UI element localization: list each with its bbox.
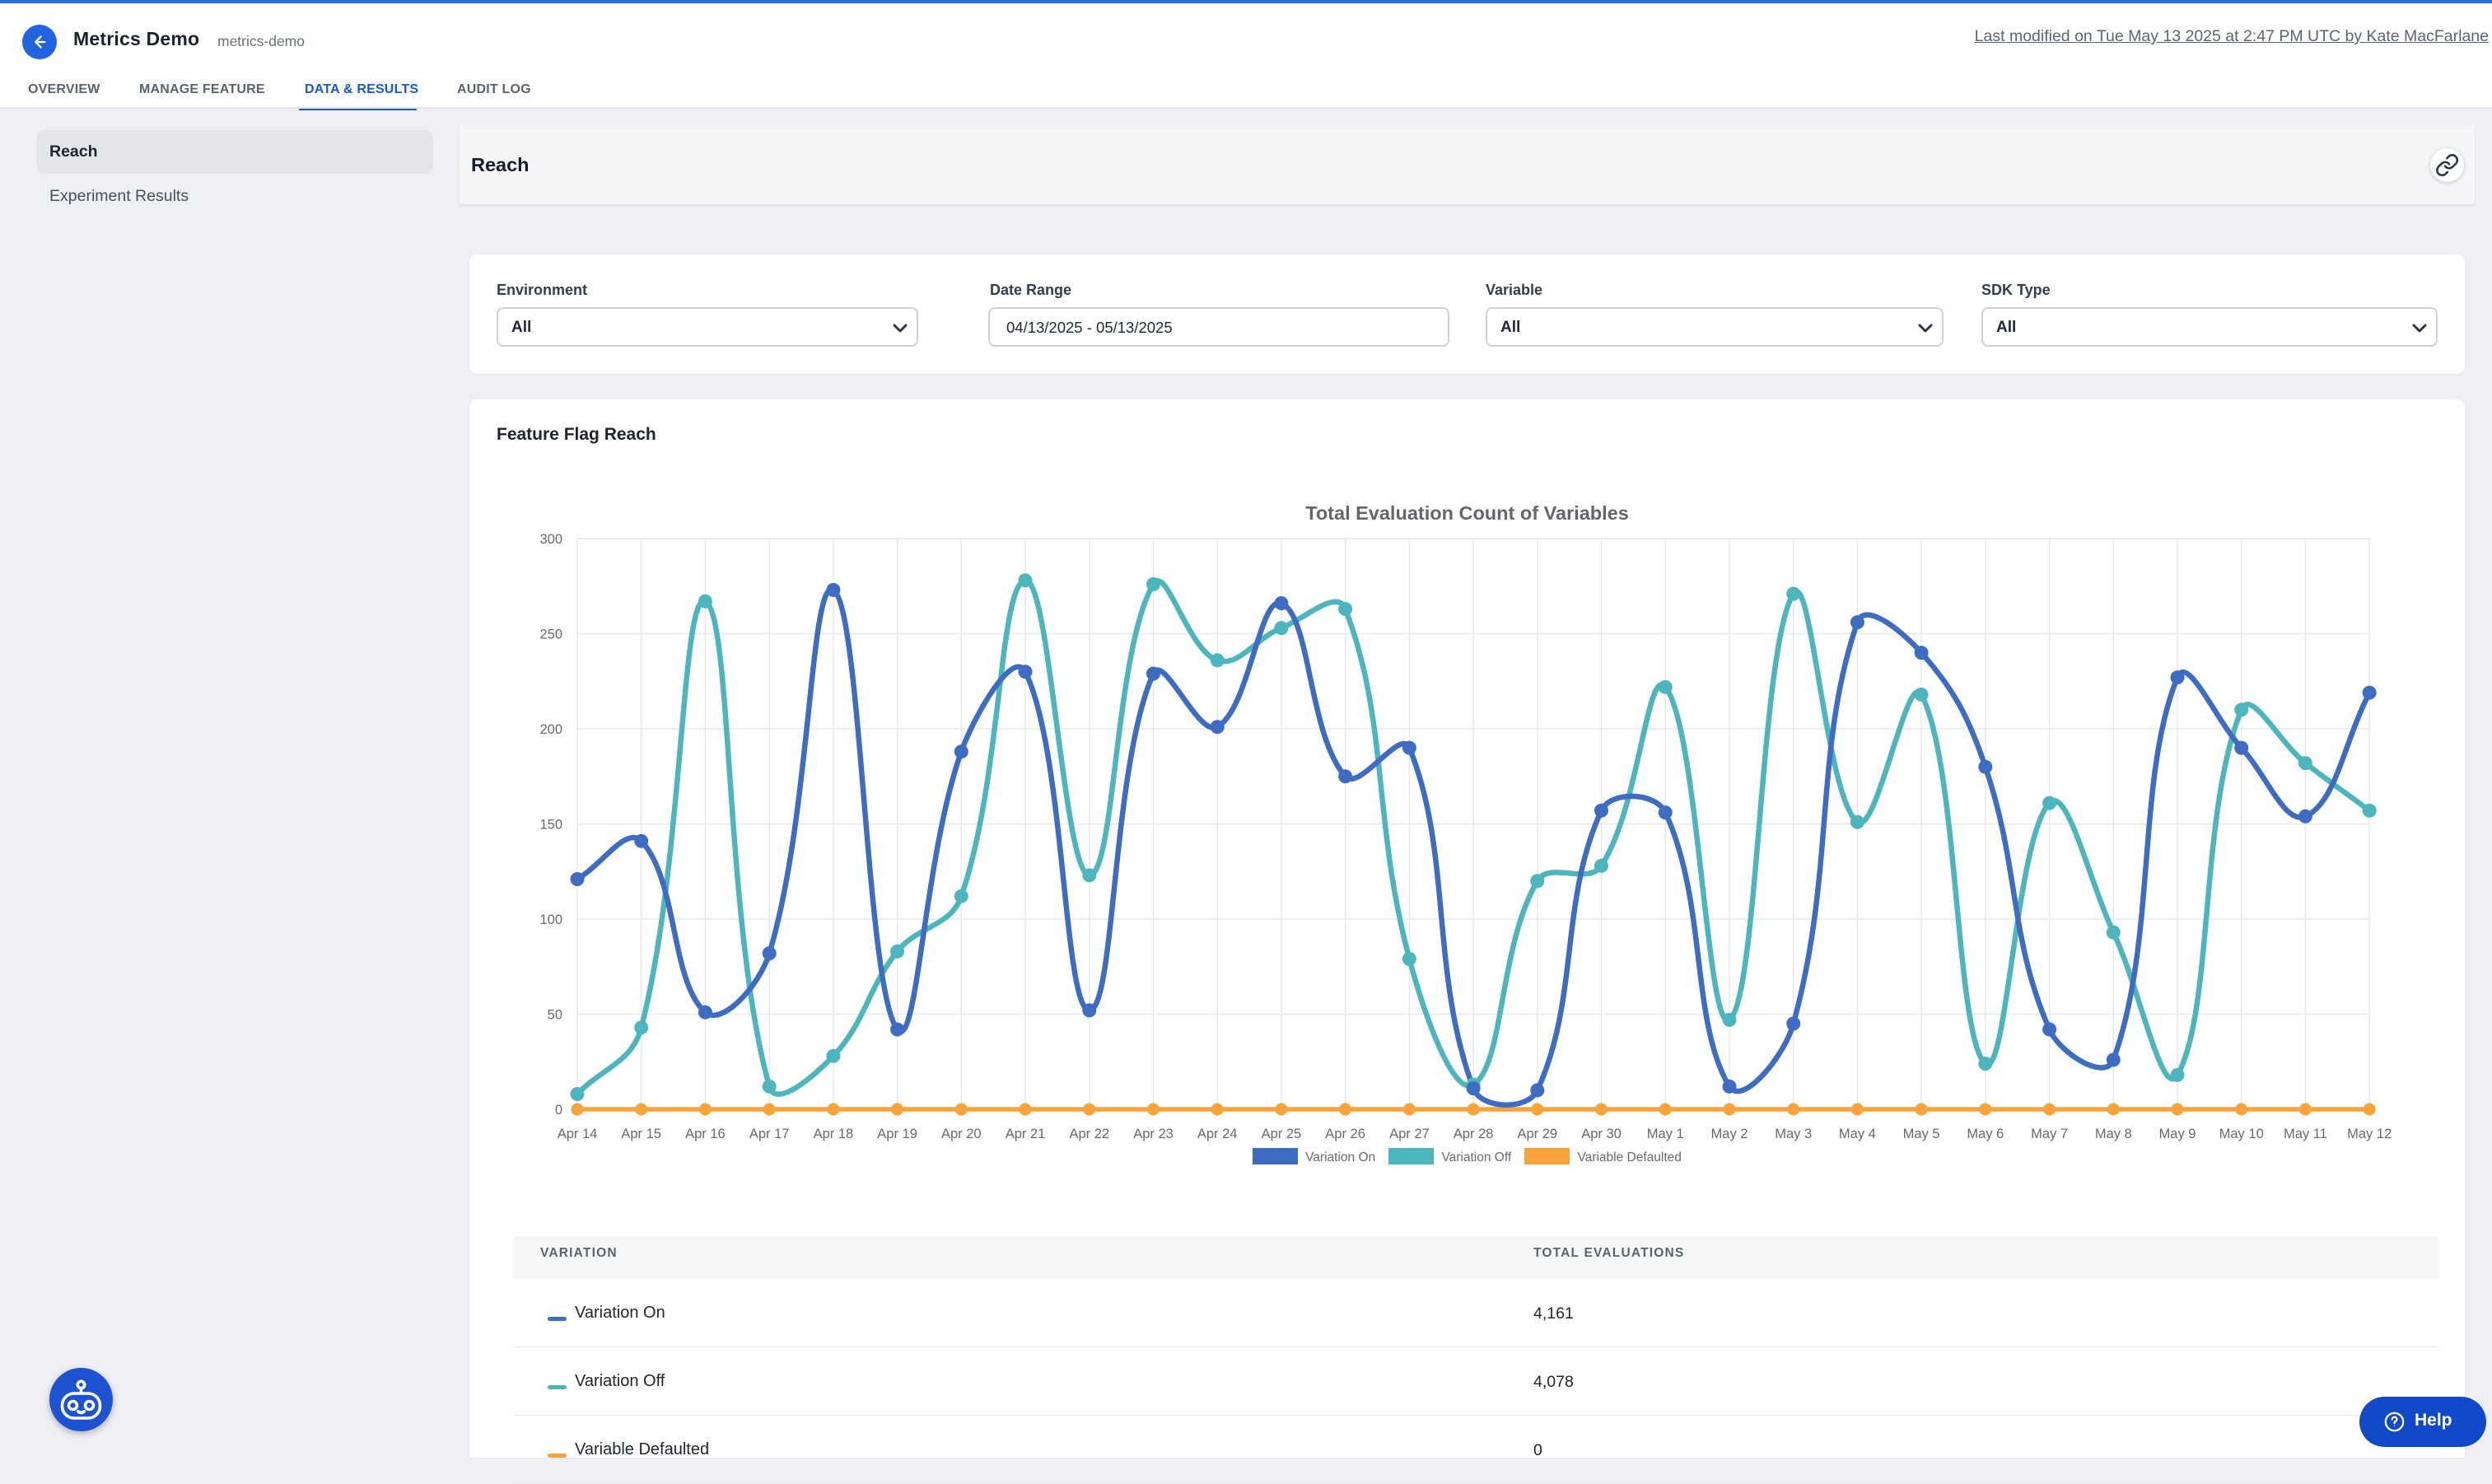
svg-text:Apr 19: Apr 19 [877, 1127, 917, 1141]
svg-text:200: 200 [539, 722, 562, 737]
svg-text:May 12: May 12 [2347, 1127, 2392, 1141]
svg-text:Apr 24: Apr 24 [1197, 1127, 1238, 1141]
svg-text:Apr 14: Apr 14 [558, 1127, 598, 1141]
svg-text:100: 100 [539, 912, 562, 927]
svg-text:50: 50 [548, 1008, 562, 1023]
svg-text:250: 250 [539, 628, 562, 642]
svg-text:May 6: May 6 [1967, 1127, 2004, 1141]
svg-text:May 3: May 3 [1775, 1127, 1812, 1141]
svg-text:May 9: May 9 [2159, 1127, 2196, 1141]
svg-text:May 7: May 7 [2031, 1127, 2068, 1141]
svg-text:Apr 16: Apr 16 [685, 1127, 726, 1141]
svg-text:300: 300 [539, 532, 562, 547]
svg-text:Apr 27: Apr 27 [1389, 1127, 1430, 1141]
svg-text:May 2: May 2 [1711, 1127, 1748, 1141]
svg-text:Apr 23: Apr 23 [1133, 1127, 1174, 1141]
svg-text:May 10: May 10 [2219, 1127, 2264, 1141]
svg-text:May 11: May 11 [2284, 1127, 2327, 1141]
svg-text:Apr 22: Apr 22 [1069, 1127, 1109, 1141]
svg-text:Apr 20: Apr 20 [941, 1127, 982, 1141]
svg-text:May 8: May 8 [2095, 1127, 2132, 1141]
svg-text:May 5: May 5 [1903, 1127, 1940, 1141]
svg-text:Apr 15: Apr 15 [621, 1127, 661, 1141]
svg-text:Apr 21: Apr 21 [1006, 1127, 1046, 1141]
svg-text:May 1: May 1 [1647, 1127, 1684, 1141]
svg-text:0: 0 [555, 1103, 562, 1118]
svg-text:Apr 26: Apr 26 [1325, 1127, 1365, 1141]
svg-text:Apr 17: Apr 17 [749, 1127, 790, 1141]
svg-text:Apr 25: Apr 25 [1262, 1127, 1302, 1141]
svg-text:Apr 29: Apr 29 [1517, 1127, 1557, 1141]
svg-text:Apr 28: Apr 28 [1454, 1127, 1494, 1141]
svg-text:May 4: May 4 [1839, 1127, 1876, 1141]
svg-text:Apr 30: Apr 30 [1581, 1127, 1622, 1141]
svg-text:Apr 18: Apr 18 [814, 1127, 854, 1141]
svg-text:150: 150 [539, 818, 562, 833]
